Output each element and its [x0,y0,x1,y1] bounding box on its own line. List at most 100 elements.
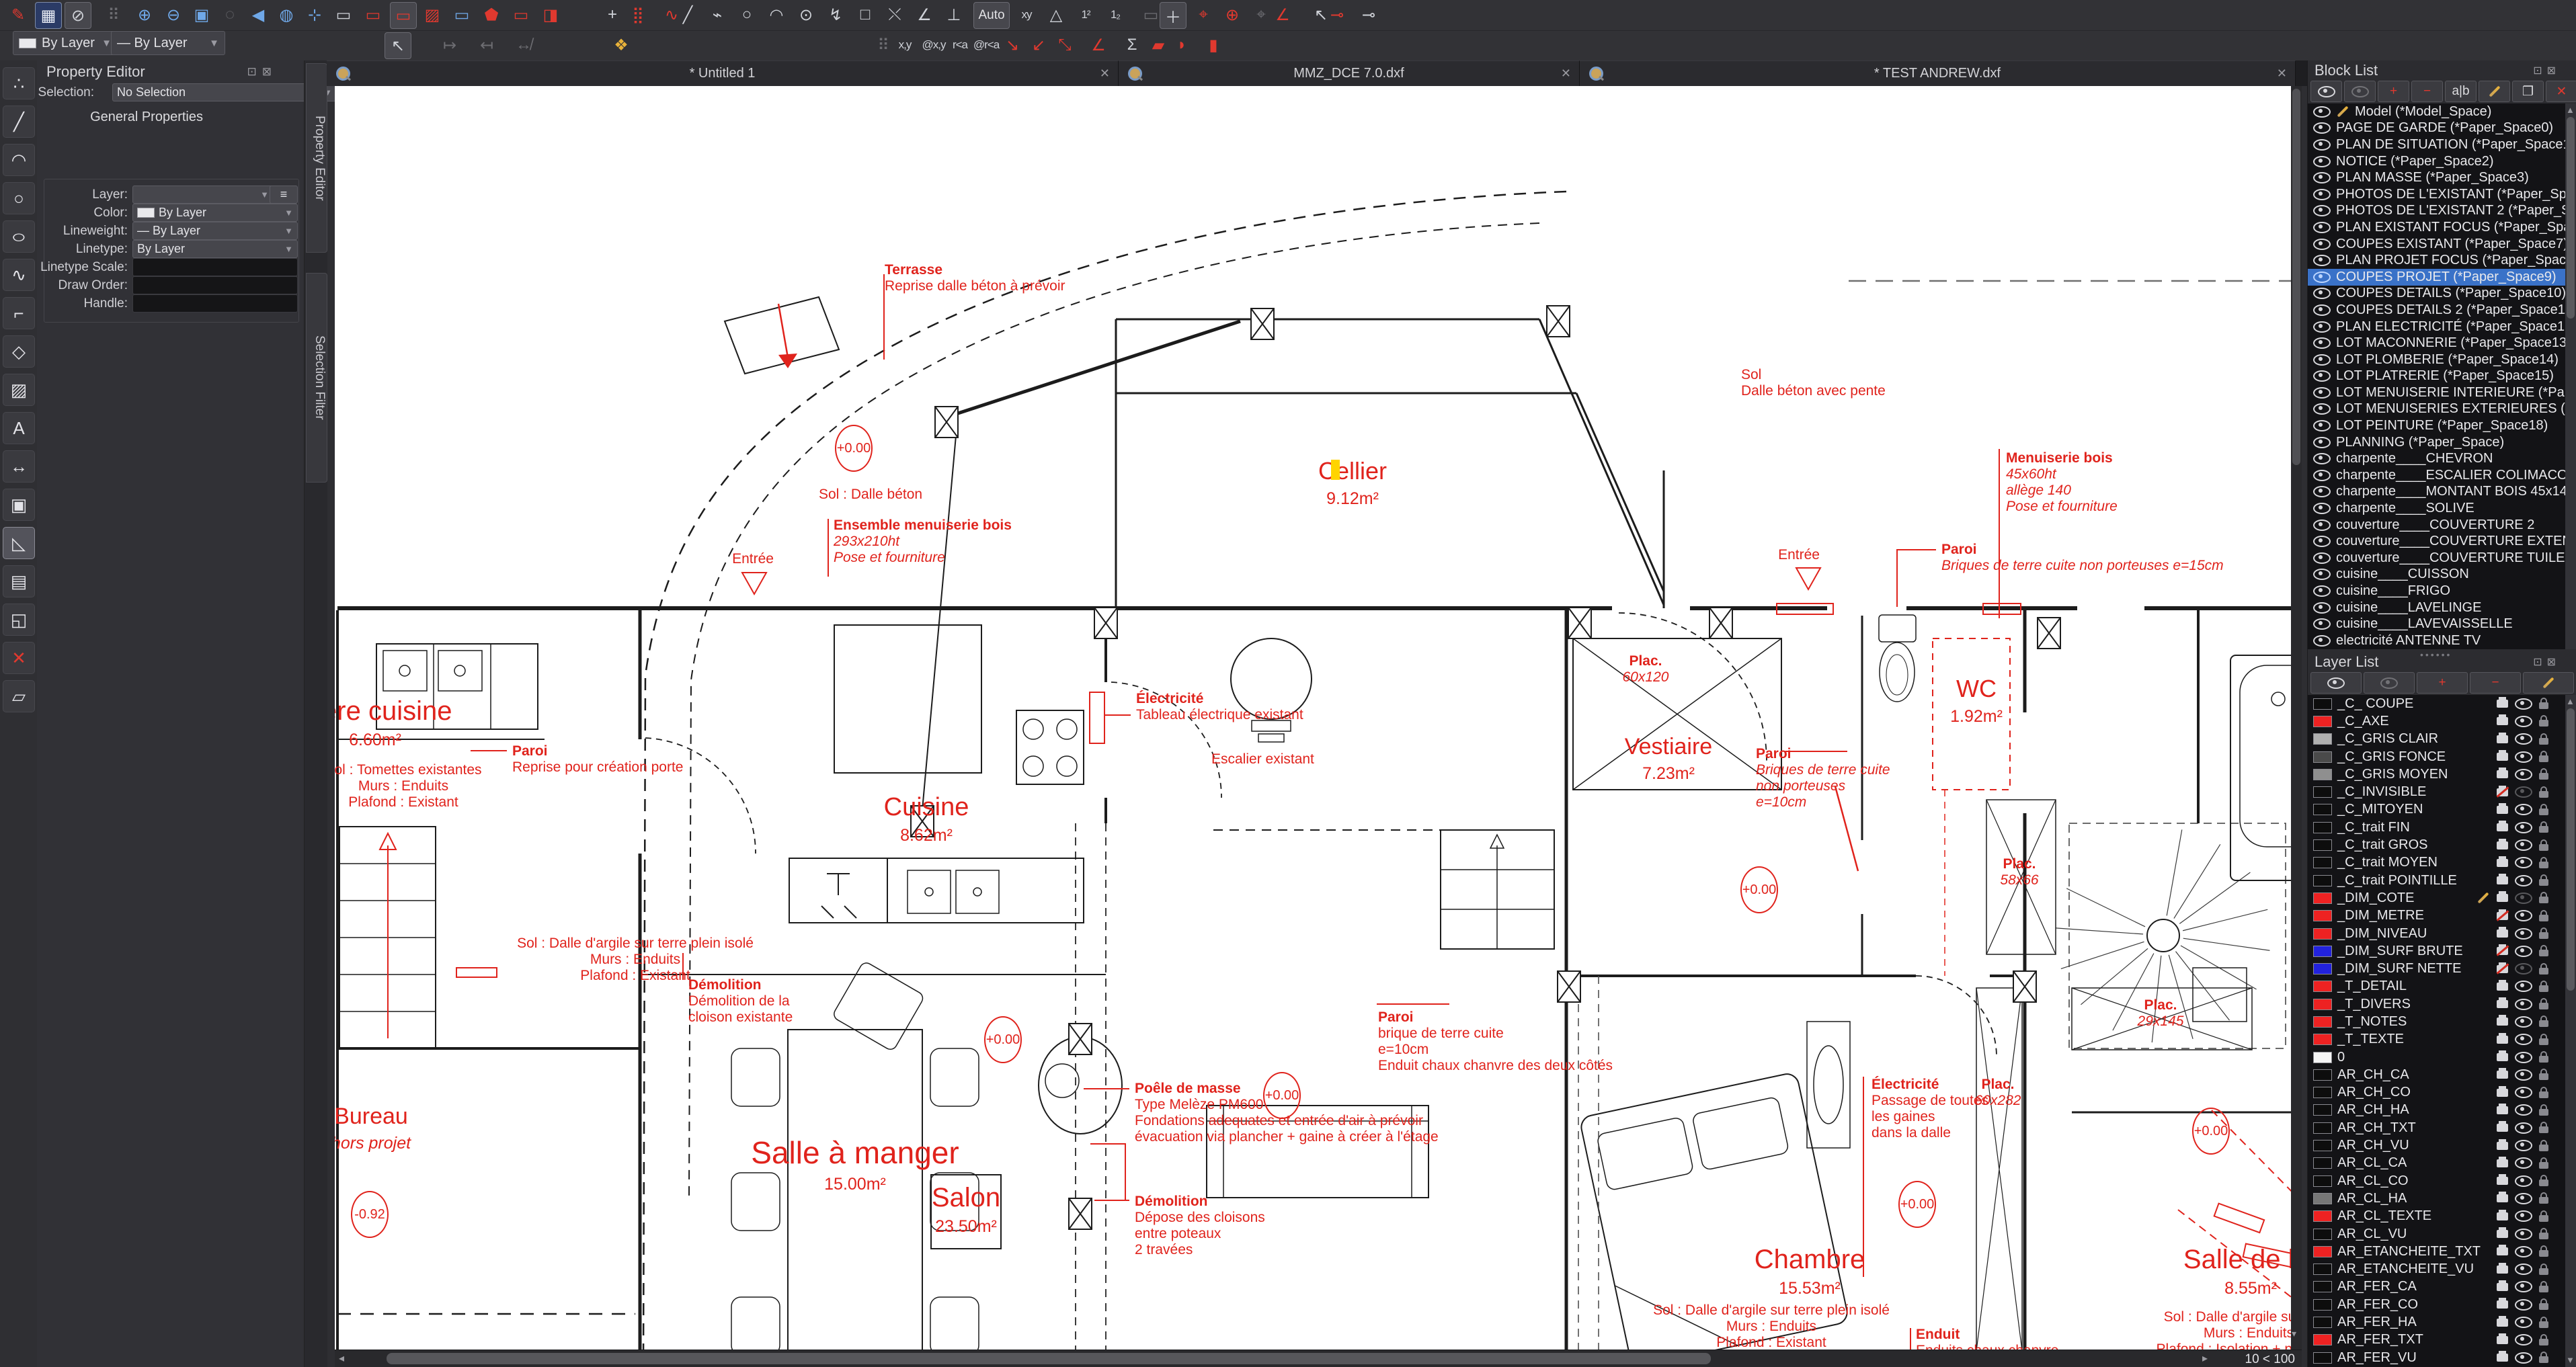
layer-item[interactable]: _DIM_COTE [2308,889,2566,907]
document-tab-3[interactable]: * TEST ANDREW.dxf ✕ [1580,60,2296,86]
snap-quadrant-icon[interactable]: □ [852,2,878,28]
lock-entity-icon[interactable]: ⊸ [1324,2,1350,28]
snap-nearest-icon[interactable]: ╱ [675,2,700,28]
remove-layer-button[interactable]: − [2470,672,2521,694]
boolean-tool[interactable]: ◱ [3,604,35,636]
scroll-right-icon[interactable]: ▸ [2202,1352,2208,1365]
ellipse-tool[interactable]: ○ [3,220,35,253]
layer-item[interactable]: _C_GRIS MOYEN [2308,765,2566,783]
coord-rel-xy-icon[interactable]: @x,y [921,32,947,58]
block-item[interactable]: LOT MENUISERIES EXTERIEURES (*Paper... [2308,401,2566,418]
block-item[interactable]: charpente____MONTANT BOIS 45x145 [2308,484,2566,501]
grid-dots-icon[interactable]: ⠿ [101,2,126,28]
show-all-eye-button[interactable] [2310,672,2362,694]
layer-item[interactable]: AR_CH_TXT [2308,1119,2566,1136]
linetype-scale-input[interactable] [132,258,298,276]
line-trim-icon[interactable]: ↤ [474,32,499,58]
layer-item[interactable]: _DIM_NIVEAU [2308,925,2566,942]
block-item[interactable]: PHOTOS DE L'EXISTANT (*Paper_Space4) [2308,186,2566,203]
snap-arc-icon[interactable]: ◠ [764,2,789,28]
panel-window-icons[interactable]: ⊡⊠ [247,65,278,79]
image-show-icon[interactable]: ▭ [390,2,417,29]
layer-item[interactable]: _C_trait FIN [2308,819,2566,836]
dim-style2-icon[interactable]: 1₂ [1102,2,1128,28]
zoom-in-icon[interactable]: ⊕ [132,2,157,28]
block-item[interactable]: cuisine____FRIGO [2308,583,2566,599]
image-quality-icon[interactable]: ⬟ [479,2,504,28]
image-clip-icon[interactable]: ▭ [360,2,386,28]
layer-item[interactable]: _C_AXE [2308,712,2566,730]
document-tab-2[interactable]: MMZ_DCE 7.0.dxf ✕ [1119,60,1580,86]
block-item[interactable]: charpente____ESCALIER COLIMACON [2308,467,2566,484]
block-item[interactable]: PLANNING (*Paper_Space) [2308,434,2566,451]
layer-item[interactable]: _C_ COUPE [2308,695,2566,712]
image-frame-icon[interactable]: ▦ [35,2,62,29]
layer-item[interactable]: _C_GRIS CLAIR [2308,731,2566,748]
edit-pencil-button[interactable] [2479,81,2510,102]
tab-property-editor[interactable]: Property Editor [306,63,327,253]
image-attach-icon[interactable]: ▭ [331,2,356,28]
line-angle2-icon[interactable]: ↙ [1026,32,1051,58]
layer-item[interactable]: _C_trait GROS [2308,836,2566,854]
layer-item[interactable]: AR_FER_HA [2308,1313,2566,1331]
snap-center-icon[interactable]: ○ [734,2,760,28]
block-item[interactable]: cuisine____LAVELINGE [2308,599,2566,616]
block-item[interactable]: couverture____COUVERTURE 2 [2308,517,2566,534]
layer-item[interactable]: _T_TEXTE [2308,1031,2566,1048]
layer-item[interactable]: AR_ETANCHEITE_VU [2308,1261,2566,1278]
dim-style1-icon[interactable]: 1² [1073,2,1098,28]
block-item[interactable]: PHOTOS DE L'EXISTANT 2 (*Paper_Space5) [2308,203,2566,220]
block-item[interactable]: couverture____COUVERTURE EXTENSION [2308,533,2566,550]
polar-tracking-icon[interactable]: ∠ [1270,2,1295,28]
coord-xy-icon[interactable]: x,y [892,32,918,58]
unlock-entity-icon[interactable]: ⊸ [1356,2,1381,28]
layer-item[interactable]: _C_trait POINTILLE [2308,872,2566,889]
polygon-tool[interactable]: ◇ [3,335,35,368]
insert-block-button[interactable]: ❐ [2512,81,2544,102]
layer-list-scrollbar[interactable]: ▲ ▼ [2565,695,2576,1367]
horizontal-scroll-thumb[interactable] [387,1353,1711,1364]
delete-tool[interactable]: ✕ [3,642,35,674]
block-list-window-icons[interactable]: ⊡⊠ [2533,64,2561,77]
zoom-out-icon[interactable]: ⊖ [161,2,186,28]
add-layer-button[interactable]: + [2417,672,2468,694]
layer-item[interactable]: _T_DIVERS [2308,995,2566,1013]
red-shape3-icon[interactable]: ▮ [1201,32,1226,58]
snap-marker-icon[interactable]: ⊕ [1219,2,1245,28]
red-shape2-icon[interactable]: ◗ [1169,32,1195,58]
image-hide-icon[interactable]: ▨ [419,2,445,28]
layer-item[interactable]: _T_DETAIL [2308,978,2566,995]
lineweight-bylayer-dropdown[interactable]: — By Layer ▼ [111,31,225,55]
layer-item[interactable]: _C_MITOYEN [2308,801,2566,819]
block-item[interactable]: COUPES PROJET (*Paper_Space9) [2308,268,2566,286]
zoom-window-icon[interactable]: ◍ [274,2,299,28]
layer-list-window-icons[interactable]: ⊡⊠ [2533,655,2561,669]
show-all-eye-button[interactable] [2310,81,2342,102]
document-tab-1[interactable]: * Untitled 1 ✕ [327,60,1119,86]
layer-item[interactable]: AR_CH_VU [2308,1136,2566,1154]
block-item[interactable]: charpente____SOLIVE [2308,500,2566,517]
tracking-point-icon[interactable]: ⌖ [1191,2,1216,28]
lineweight-dropdown[interactable]: — By Layer ▼ [132,222,298,240]
coord-rel-polar-icon[interactable]: @r<a [973,32,1000,58]
scroll-left-icon[interactable]: ◂ [339,1352,344,1365]
show-dim-eye-button[interactable] [2344,81,2376,102]
block-item[interactable]: PLAN EXISTANT FOCUS (*Paper_Space6) [2308,219,2566,236]
point-grid-icon[interactable]: ⣿ [625,2,651,28]
block-item[interactable]: LOT PLATRERIE (*Paper_Space15) [2308,368,2566,385]
layer-item[interactable]: AR_CL_CO [2308,1172,2566,1190]
spline-tool[interactable]: ∿ [3,259,35,291]
edit-pencil-icon[interactable]: ✎ [5,2,31,28]
layer-item[interactable]: _C_INVISIBLE [2308,783,2566,800]
tab-close-icon[interactable]: ✕ [2277,67,2287,81]
layer-item[interactable]: AR_CL_VU [2308,1225,2566,1243]
handle-input[interactable] [132,294,298,313]
coord-polar-icon[interactable]: r<a [947,32,973,58]
remove-block-button[interactable]: − [2411,81,2443,102]
drafting-tool[interactable]: ◺ [3,527,35,559]
layer-item[interactable]: AR_ETANCHEITE_TXT [2308,1243,2566,1260]
layer-item[interactable]: AR_FER_CA [2308,1278,2566,1296]
clean-brush-icon[interactable]: ❖ [608,32,634,58]
polar-angle-icon[interactable]: △ [1043,2,1069,28]
image-transparency-icon[interactable]: ▭ [508,2,534,28]
